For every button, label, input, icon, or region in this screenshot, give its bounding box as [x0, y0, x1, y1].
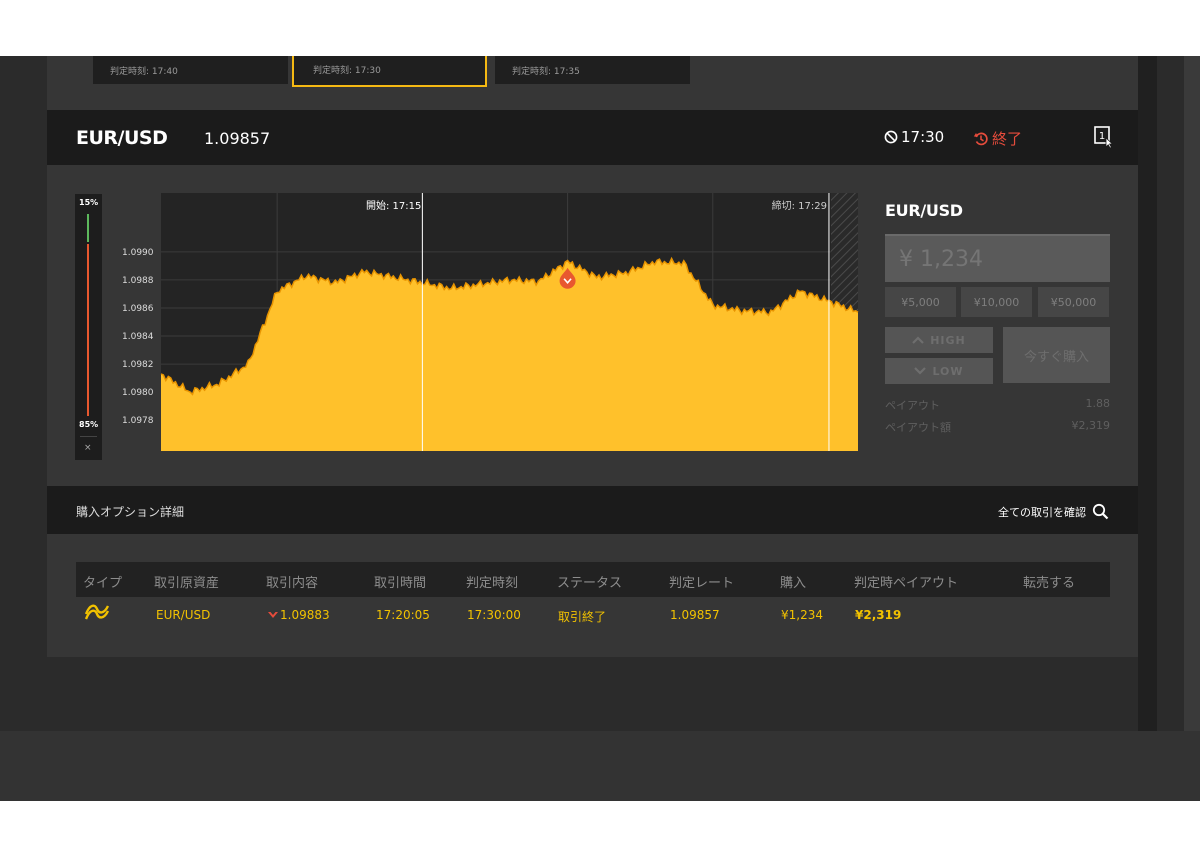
side-gutter [1138, 56, 1157, 731]
cell-trade-time: 17:20:05 [376, 608, 430, 622]
y-tick-label: 1.0982 [122, 360, 154, 370]
history-icon [973, 132, 988, 145]
svg-text:1: 1 [1099, 131, 1105, 142]
expiry-tabs: 判定時刻: 17:40 判定時刻: 17:30 判定時刻: 17:35 [47, 56, 691, 87]
cell-purchase: ¥1,234 [781, 608, 823, 622]
one-click-icon: 1 [1094, 126, 1114, 149]
y-tick-label: 1.0990 [122, 248, 154, 258]
cell-content-rate: 1.09883 [280, 608, 330, 622]
trades-table-header: タイプ 取引原資産 取引内容 取引時間 判定時刻 ステータス 判定レート 購入 … [76, 562, 1110, 597]
one-click-button[interactable]: 1 [1093, 125, 1115, 153]
col-trade-time: 取引時間 [374, 576, 427, 591]
table-row[interactable]: EUR/USD 1.09883 17:20:05 17:30:00 取引終了 1… [76, 597, 1110, 633]
low-direction-icon [268, 612, 278, 618]
cell-content: 1.09883 [268, 608, 330, 622]
preset-10000-button[interactable]: ¥10,000 [961, 287, 1032, 317]
view-all-label: 全ての取引を確認 [998, 505, 1086, 519]
col-purchase: 購入 [780, 576, 807, 591]
col-resell: 転売する [1023, 576, 1076, 591]
side-gutter-2 [1157, 56, 1184, 731]
start-time-label: 開始: 17:15 [366, 199, 421, 212]
type-icon [84, 603, 110, 626]
preset-50000-button[interactable]: ¥50,000 [1038, 287, 1109, 317]
expiry-tab-label: 判定時刻: 17:35 [512, 67, 580, 77]
payout-amount-value: ¥2,319 [1071, 419, 1111, 432]
scrollbar-track[interactable] [1184, 56, 1200, 731]
preset-5000-button[interactable]: ¥5,000 [885, 287, 956, 317]
cell-asset: EUR/USD [156, 608, 211, 622]
payout-value: 1.88 [1085, 397, 1111, 410]
y-tick-label: 1.0988 [122, 276, 154, 286]
col-rate: 判定レート [669, 576, 735, 591]
expiry-tab-label: 判定時刻: 17:30 [313, 66, 381, 76]
chevron-up-icon [912, 336, 924, 344]
cell-expiry: 17:30:00 [467, 608, 521, 622]
col-content: 取引内容 [266, 576, 319, 591]
search-icon [1092, 503, 1109, 520]
instrument-rate: 1.09857 [204, 129, 271, 148]
col-expiry: 判定時刻 [466, 576, 519, 591]
amount-presets: ¥5,000 ¥10,000 ¥50,000 [885, 287, 1110, 317]
payout-amount-label: ペイアウト額 [885, 421, 951, 434]
expiry-time-text: 17:30 [901, 128, 945, 146]
high-button-label: HIGH [930, 333, 966, 347]
no-entry-icon [884, 130, 898, 144]
col-type: タイプ [83, 576, 123, 591]
expiry-tab-1730[interactable]: 判定時刻: 17:30 [292, 56, 487, 87]
price-chart: 開始: 17:15 締切: 17:29 1.0990 1.0988 1.0986 1.… [122, 193, 859, 451]
app-window: 判定時刻: 17:40 判定時刻: 17:30 判定時刻: 17:35 EUR/… [0, 56, 1200, 801]
low-button[interactable]: LOW [885, 358, 993, 384]
payout-label: ペイアウト [885, 399, 940, 412]
y-tick-label: 1.0984 [122, 332, 154, 342]
expiry-tab-1735[interactable]: 判定時刻: 17:35 [495, 56, 690, 84]
expiry-tab-1740[interactable]: 判定時刻: 17:40 [93, 56, 288, 84]
high-button[interactable]: HIGH [885, 327, 993, 353]
status-closed: 終了 [973, 128, 1022, 149]
payout-row: ペイアウト 1.88 [885, 397, 1110, 413]
cell-payout: ¥2,319 [855, 608, 902, 622]
payout-amount-row: ペイアウト額 ¥2,319 [885, 419, 1110, 435]
cell-status: 取引終了 [558, 610, 607, 624]
col-status: ステータス [557, 576, 623, 591]
details-title: 購入オプション詳細 [76, 505, 185, 519]
col-payout: 判定時ペイアウト [854, 576, 959, 591]
chevron-down-icon [914, 367, 927, 375]
details-header: 購入オプション詳細 全ての取引を確認 [47, 486, 1138, 534]
footer [0, 731, 1200, 801]
buy-now-button[interactable]: 今すぐ購入 [1003, 327, 1110, 383]
instrument-header: EUR/USD 1.09857 17:30 終了 1 [47, 110, 1138, 165]
status-text: 終了 [992, 130, 1023, 148]
low-button-label: LOW [932, 364, 964, 378]
view-all-trades-link[interactable]: 全ての取引を確認 [998, 503, 1109, 520]
col-asset: 取引原資産 [154, 576, 220, 591]
panel-title: EUR/USD [885, 201, 963, 220]
instrument-name: EUR/USD [76, 127, 168, 149]
y-tick-label: 1.0978 [122, 416, 154, 426]
cell-rate: 1.09857 [670, 608, 720, 622]
y-tick-label: 1.0980 [122, 388, 154, 398]
expiry-tab-label: 判定時刻: 17:40 [110, 67, 178, 77]
y-tick-label: 1.0986 [122, 304, 154, 314]
trade-panel: EUR/USD ¥5,000 ¥10,000 ¥50,000 HIGH LOW … [885, 193, 1110, 453]
deadline-label: 締切: 17:29 [772, 199, 827, 212]
amount-input[interactable] [885, 234, 1110, 282]
expiry-time: 17:30 [884, 128, 944, 146]
